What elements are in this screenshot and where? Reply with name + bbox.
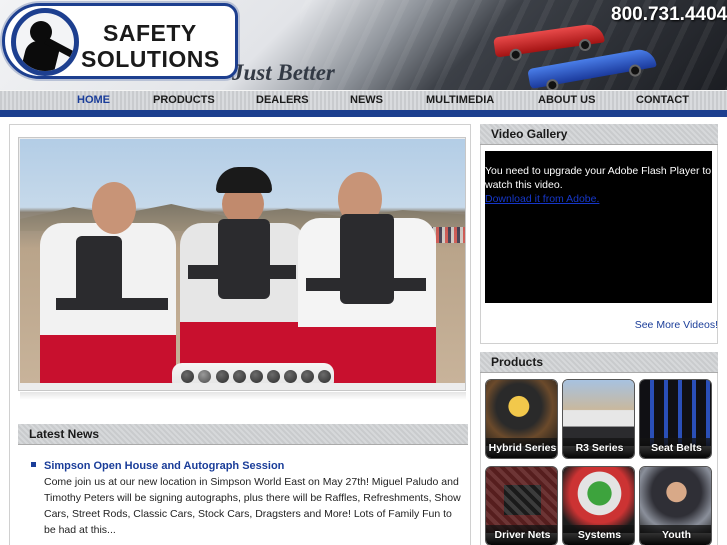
slider-dot-active[interactable] [198, 370, 211, 383]
nav-item-dealers[interactable]: DEALERS [256, 94, 309, 106]
video-player[interactable]: You need to upgrade your Adobe Flash Pla… [485, 151, 712, 303]
video-gallery-header: Video Gallery [480, 124, 718, 145]
tagline: Just Better [232, 60, 335, 85]
nav-item-about-us[interactable]: ABOUT US [538, 94, 595, 106]
see-more-videos-link[interactable]: See More Videos! [600, 319, 718, 331]
video-gallery-title: Video Gallery [491, 127, 568, 141]
slider-dot[interactable] [318, 370, 331, 383]
download-flash-link[interactable]: Download it from Adobe. [485, 192, 712, 206]
product-tile-hybrid-series[interactable]: Hybrid Series [485, 379, 558, 459]
slider-pagination [172, 363, 334, 383]
logo-text-line2: SOLUTIONS [81, 46, 220, 72]
nav-item-multimedia[interactable]: MULTIMEDIA [426, 94, 494, 106]
nav-item-news[interactable]: NEWS [350, 94, 383, 106]
product-label: R3 Series [563, 438, 634, 458]
nav-item-contact[interactable]: CONTACT [636, 94, 689, 106]
slide-image-drivers[interactable] [20, 139, 465, 383]
product-label: Hybrid Series [486, 438, 557, 458]
latest-news-title: Latest News [29, 427, 100, 441]
slider-dot[interactable] [250, 370, 263, 383]
driver-figure [34, 158, 184, 383]
nav-item-products[interactable]: PRODUCTS [153, 94, 215, 106]
nav-accent-bar [0, 110, 727, 117]
hybrid-series-image [486, 380, 557, 446]
slider-dot[interactable] [233, 370, 246, 383]
product-tile-youth-systems[interactable]: Youth Systems [639, 466, 712, 545]
slider-dot[interactable] [301, 370, 314, 383]
product-tile-r3-series[interactable]: R3 Series [562, 379, 635, 459]
driver-figure [170, 153, 310, 383]
product-tile-systems[interactable]: Systems [562, 466, 635, 545]
phone-number: 800.731.4404 [611, 4, 727, 25]
slider-dot[interactable] [216, 370, 229, 383]
systems-image [563, 467, 634, 533]
site-header: SAFETY SOLUTIONS Just Better 800.731.440… [0, 0, 727, 90]
product-label: Driver Nets [486, 525, 557, 545]
site-logo[interactable]: SAFETY SOLUTIONS [2, 3, 238, 79]
news-item-summary: Come join us at our new location in Simp… [44, 476, 461, 536]
product-label: Systems [563, 525, 634, 545]
seat-belts-image [640, 380, 711, 446]
nav-item-home[interactable]: HOME [77, 94, 110, 106]
latest-news-header: Latest News [18, 424, 468, 445]
products-title: Products [491, 355, 544, 369]
slider-dot[interactable] [284, 370, 297, 383]
product-tile-seat-belts[interactable]: Seat Belts [639, 379, 712, 459]
logo-text-line1: SAFETY [103, 20, 197, 46]
slider-dot[interactable] [267, 370, 280, 383]
products-header: Products [480, 352, 718, 373]
list-item: Simpson Open House and Autograph Session… [28, 458, 464, 538]
youth-systems-image [640, 467, 711, 533]
product-label: Seat Belts [640, 438, 711, 458]
driver-nets-image [486, 467, 557, 533]
main-navigation: HOME PRODUCTS DEALERS NEWS MULTIMEDIA AB… [0, 90, 727, 110]
news-item-title-link[interactable]: Simpson Open House and Autograph Session [44, 458, 464, 474]
product-label: Youth Systems [640, 525, 711, 545]
product-tile-driver-nets[interactable]: Driver Nets [485, 466, 558, 545]
flash-upgrade-message: You need to upgrade your Adobe Flash Pla… [485, 164, 712, 206]
image-slider[interactable] [18, 137, 466, 391]
logo-driver-emblem-icon [11, 8, 79, 76]
news-list: Simpson Open House and Autograph Session… [28, 458, 464, 538]
r3-series-image [563, 380, 634, 446]
slider-dot[interactable] [181, 370, 194, 383]
bullet-icon [31, 462, 36, 467]
flash-message-text: You need to upgrade your Adobe Flash Pla… [485, 165, 712, 191]
slider-shadow [20, 392, 466, 400]
driver-figure [290, 158, 440, 383]
